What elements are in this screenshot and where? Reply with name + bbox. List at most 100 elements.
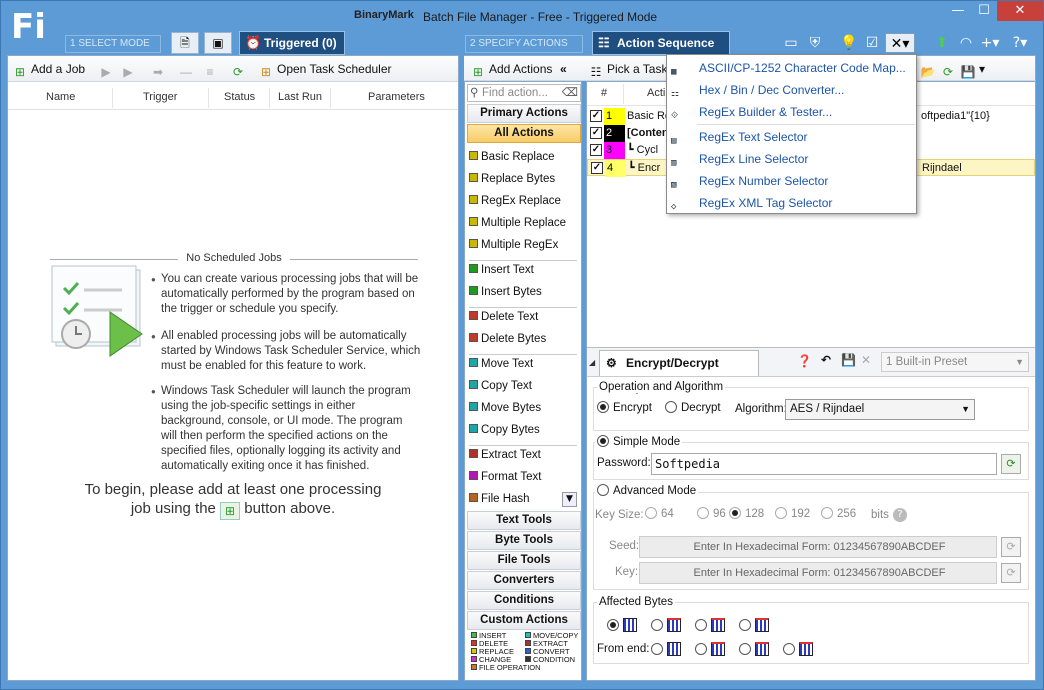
action-item[interactable]: Insert Bytes bbox=[469, 283, 542, 301]
add-actions-button[interactable]: ⊞ Add Actions bbox=[470, 60, 552, 79]
seed-input[interactable]: Enter In Hexadecimal Form: 01234567890AB… bbox=[639, 536, 997, 558]
col-divider[interactable] bbox=[623, 84, 624, 104]
password-input[interactable]: Softpedia bbox=[651, 453, 997, 475]
save-menu-button[interactable]: 💾 ▾ bbox=[960, 60, 986, 79]
advanced-mode-radio[interactable]: Advanced Mode bbox=[595, 484, 699, 497]
tools-menu-item[interactable]: number-select-icon▧RegEx Number Selector bbox=[667, 170, 916, 192]
tools-menu-item[interactable]: line-select-icon▥RegEx Line Selector bbox=[667, 148, 916, 170]
forward-button[interactable]: ➡ bbox=[150, 60, 169, 79]
action-item[interactable]: Extract Text bbox=[469, 446, 541, 464]
lightbulb-icon[interactable]: 💡 bbox=[838, 33, 860, 53]
plus-menu-icon[interactable]: +▾ bbox=[979, 33, 1001, 53]
key-size-radio[interactable]: 128 bbox=[729, 507, 764, 520]
encrypt-radio[interactable]: Encrypt bbox=[597, 401, 652, 414]
col-last-run[interactable]: Last Run bbox=[278, 91, 322, 103]
save-preset-icon[interactable]: 💾 bbox=[841, 353, 856, 367]
col-divider[interactable] bbox=[269, 88, 270, 108]
delete-preset-icon[interactable]: ✕ bbox=[861, 353, 871, 367]
row-checkbox[interactable]: ✓ bbox=[590, 144, 602, 156]
affected-bytes-radio[interactable] bbox=[695, 642, 735, 660]
action-item[interactable]: Delete Bytes bbox=[469, 330, 546, 348]
key-size-radio[interactable]: 256 bbox=[821, 507, 856, 520]
preset-select[interactable]: 1 Built-in Preset ▼ bbox=[881, 352, 1029, 372]
action-item[interactable]: Move Text bbox=[469, 355, 533, 373]
action-item[interactable]: Copy Text bbox=[469, 377, 532, 395]
tools-menu-item[interactable]: text-select-icon▤RegEx Text Selector bbox=[667, 126, 916, 148]
shield-icon[interactable]: ⛨ bbox=[804, 33, 826, 53]
key-size-radio[interactable]: 96 bbox=[697, 507, 726, 520]
interactive-mode-button[interactable]: ▣ bbox=[204, 32, 232, 54]
action-item[interactable]: Format Text bbox=[469, 468, 542, 486]
action-item[interactable]: Copy Bytes bbox=[469, 421, 540, 439]
pick-task-button[interactable]: ☷ Pick a Task bbox=[588, 60, 668, 79]
affected-bytes-radio[interactable] bbox=[651, 618, 691, 636]
generate-seed-button[interactable]: ⟳ bbox=[1001, 537, 1021, 557]
col-divider[interactable] bbox=[330, 88, 331, 108]
row-checkbox[interactable]: ✓ bbox=[590, 127, 602, 139]
checklist-icon[interactable]: ☑ bbox=[861, 33, 883, 53]
run-job-button[interactable]: ▶ bbox=[98, 60, 117, 79]
refresh-button[interactable]: ⟳ bbox=[230, 60, 249, 79]
undo-icon[interactable]: ↶ bbox=[821, 353, 831, 367]
action-item[interactable]: Move Bytes bbox=[469, 399, 541, 417]
generate-password-button[interactable]: ⟳ bbox=[1001, 454, 1021, 474]
category-button[interactable]: Text Tools bbox=[467, 511, 581, 530]
tab-triggered[interactable]: ⏰ Triggered (0) bbox=[239, 31, 345, 55]
decrypt-radio[interactable]: Decrypt bbox=[665, 401, 721, 414]
minimize-button[interactable]: — bbox=[945, 1, 971, 21]
open-folder-button[interactable]: 📂 bbox=[920, 60, 939, 79]
signal-icon[interactable]: ◠ bbox=[955, 33, 977, 53]
action-item[interactable]: Insert Text bbox=[469, 261, 534, 279]
tab-encrypt-decrypt-options[interactable]: ⚙ Encrypt/Decrypt Options bbox=[599, 350, 759, 394]
col-name[interactable]: Name bbox=[46, 91, 75, 103]
key-size-radio[interactable]: 64 bbox=[645, 507, 674, 520]
col-divider[interactable] bbox=[208, 88, 209, 108]
col-trigger[interactable]: Trigger bbox=[143, 91, 177, 103]
action-item[interactable]: File Hash bbox=[469, 490, 530, 508]
row-checkbox[interactable]: ✓ bbox=[591, 162, 603, 174]
help-menu-icon[interactable]: ?▾ bbox=[1009, 33, 1031, 53]
action-item[interactable]: Replace Bytes bbox=[469, 170, 555, 188]
run-all-button[interactable]: ▶ bbox=[120, 60, 139, 79]
key-size-radio[interactable]: 192 bbox=[775, 507, 810, 520]
tools-menu-button[interactable]: ✕▾ bbox=[885, 33, 915, 53]
action-item[interactable]: Multiple RegEx bbox=[469, 236, 558, 254]
all-actions-button[interactable]: All Actions bbox=[467, 124, 581, 143]
tools-menu-item[interactable]: xml-select-icon◇RegEx XML Tag Selector bbox=[667, 192, 916, 214]
reload-button[interactable]: ⟳ bbox=[940, 60, 959, 79]
help-icon[interactable]: ❓ bbox=[797, 354, 812, 368]
algorithm-select[interactable]: AES / Rijndael ▼ bbox=[785, 399, 975, 420]
tools-menu-item[interactable]: regex-icon⟐RegEx Builder & Tester... bbox=[667, 101, 916, 123]
row-checkbox[interactable]: ✓ bbox=[590, 110, 602, 122]
col-parameters[interactable]: Parameters bbox=[368, 91, 425, 103]
action-item[interactable]: Multiple Replace bbox=[469, 214, 566, 232]
key-input[interactable]: Enter In Hexadecimal Form: 01234567890AB… bbox=[639, 562, 997, 584]
col-number[interactable]: # bbox=[601, 87, 607, 99]
col-divider[interactable] bbox=[112, 88, 113, 108]
category-button[interactable]: Converters bbox=[467, 571, 581, 590]
add-job-button[interactable]: ⊞ Add a Job bbox=[12, 60, 85, 79]
collapse-triangle-icon[interactable]: ◢ bbox=[589, 358, 595, 367]
close-button[interactable]: ✕ bbox=[997, 1, 1043, 21]
maximize-button[interactable]: ☐ bbox=[971, 1, 997, 21]
upgrade-icon[interactable]: ⬆ bbox=[931, 33, 953, 53]
open-scheduler-button[interactable]: ⊞ Open Task Scheduler bbox=[258, 60, 392, 79]
affected-bytes-radio[interactable] bbox=[783, 642, 823, 660]
tools-menu-item[interactable]: hex-icon⚏Hex / Bin / Dec Converter... bbox=[667, 79, 916, 101]
action-item[interactable]: Basic Replace bbox=[469, 148, 555, 166]
affected-bytes-radio[interactable] bbox=[695, 618, 735, 636]
generate-key-button[interactable]: ⟳ bbox=[1001, 563, 1021, 583]
affected-bytes-radio[interactable] bbox=[739, 642, 779, 660]
help-circle-icon[interactable]: ? bbox=[893, 508, 907, 522]
category-button[interactable]: Conditions bbox=[467, 591, 581, 610]
affected-bytes-radio[interactable] bbox=[739, 618, 779, 636]
primary-actions-button[interactable]: Primary Actions bbox=[467, 104, 581, 123]
simple-mode-radio[interactable]: Simple Mode bbox=[595, 435, 683, 448]
collapse-sidebar-button[interactable]: « bbox=[560, 60, 567, 78]
tab-action-sequence[interactable]: ☷Action Sequence (4) bbox=[592, 31, 730, 72]
scroll-down-button[interactable]: ▼ bbox=[562, 492, 577, 507]
remove-button[interactable]: — bbox=[178, 60, 197, 79]
find-action-input[interactable]: ⚲ Find action... ⌫ bbox=[467, 84, 581, 102]
category-button[interactable]: Byte Tools bbox=[467, 531, 581, 550]
affected-bytes-radio[interactable] bbox=[651, 642, 691, 660]
